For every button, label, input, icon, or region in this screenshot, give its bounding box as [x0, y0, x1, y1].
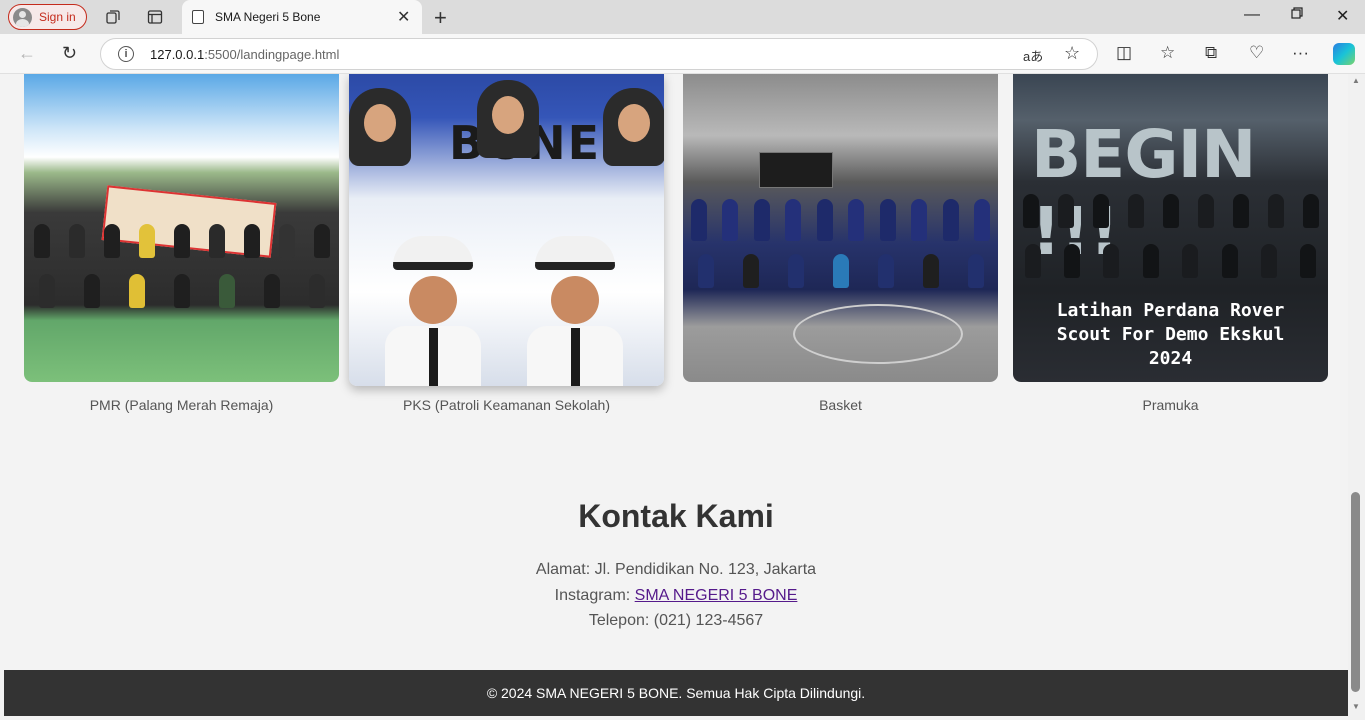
pks-photo: BONE	[349, 74, 664, 386]
basket-photo	[683, 74, 998, 382]
contact-heading: Kontak Kami	[578, 498, 774, 534]
copilot-icon[interactable]	[1333, 43, 1355, 65]
activity-card-pramuka: BEGIN !!! Latihan Perdana Rover Scout Fo…	[1013, 74, 1328, 413]
page-scrollbar[interactable]: ▲ ▼	[1348, 74, 1365, 720]
page-footer: © 2024 SMA NEGERI 5 BONE. Semua Hak Cipt…	[4, 670, 1348, 716]
activity-card-pks: BONE PKS (Patroli Keamanan Sekolah)	[349, 74, 664, 413]
activity-card-basket: Basket	[683, 74, 998, 413]
read-aloud-icon[interactable]: aあ	[1023, 46, 1043, 65]
activity-caption: Pramuka	[1142, 397, 1199, 413]
contact-instagram: Instagram: SMA NEGERI 5 BONE	[554, 586, 798, 604]
site-info-icon[interactable]: i	[118, 46, 134, 62]
tab-actions-icon[interactable]	[146, 8, 164, 26]
profile-avatar-icon	[13, 7, 32, 27]
pramuka-caption-overlay: Latihan Perdana Rover Scout For Demo Eks…	[1056, 300, 1285, 369]
refresh-icon[interactable]: ↻	[62, 43, 77, 64]
restore-icon[interactable]	[1290, 6, 1304, 25]
browser-toolbar: ← ↻ i 127.0.0.1:5500/landingpage.html aあ…	[0, 34, 1365, 74]
activity-caption: PMR (Palang Merah Remaja)	[89, 397, 274, 413]
contact-info: Alamat: Jl. Pendidikan No. 123, Jakarta …	[4, 557, 1348, 634]
back-icon[interactable]: ←	[18, 43, 36, 64]
url-text: 127.0.0.1:5500/landingpage.html	[150, 47, 340, 62]
collections-icon[interactable]: ⧉	[1205, 43, 1217, 63]
active-tab[interactable]: SMA Negeri 5 Bone ✕	[182, 0, 422, 34]
scrollbar-thumb[interactable]	[1351, 492, 1360, 692]
instagram-link[interactable]: SMA NEGERI 5 BONE	[635, 587, 798, 604]
close-window-icon[interactable]: ✕	[1336, 6, 1349, 26]
favorites-icon[interactable]: ☆	[1160, 43, 1175, 63]
new-tab-icon[interactable]: +	[434, 5, 447, 31]
favorite-star-icon[interactable]: ☆	[1064, 43, 1080, 64]
contact-address: Alamat: Jl. Pendidikan No. 123, Jakarta	[535, 561, 817, 578]
page-viewport: PMR (Palang Merah Remaja) BONE PKS (Patr…	[4, 74, 1348, 720]
activity-caption: Basket	[819, 397, 862, 413]
browser-tab-bar: Sign in SMA Negeri 5 Bone ✕ + — ✕	[0, 0, 1365, 34]
pmr-photo	[24, 74, 339, 382]
minimize-icon[interactable]: —	[1244, 6, 1260, 24]
sign-in-button[interactable]: Sign in	[8, 4, 87, 30]
basket-banner	[759, 152, 833, 188]
activity-card-pmr: PMR (Palang Merah Remaja)	[24, 74, 339, 413]
more-menu-icon[interactable]: ···	[1292, 43, 1309, 63]
address-bar[interactable]: i 127.0.0.1:5500/landingpage.html aあ ☆	[100, 38, 1098, 70]
activity-caption: PKS (Patroli Keamanan Sekolah)	[403, 397, 610, 413]
close-tab-icon[interactable]: ✕	[397, 7, 410, 27]
pramuka-photo: BEGIN !!! Latihan Perdana Rover Scout Fo…	[1013, 74, 1328, 382]
page-favicon-icon	[192, 10, 204, 24]
scroll-down-icon[interactable]: ▼	[1352, 702, 1360, 711]
workspaces-icon[interactable]	[104, 8, 122, 26]
split-screen-icon[interactable]: ◫	[1116, 43, 1132, 63]
contact-phone: Telepon: (021) 123-4567	[588, 612, 764, 629]
tab-title: SMA Negeri 5 Bone	[215, 10, 321, 24]
scroll-up-icon[interactable]: ▲	[1352, 76, 1360, 85]
browser-essentials-icon[interactable]: ♡	[1249, 43, 1264, 63]
sign-in-label: Sign in	[39, 10, 76, 24]
